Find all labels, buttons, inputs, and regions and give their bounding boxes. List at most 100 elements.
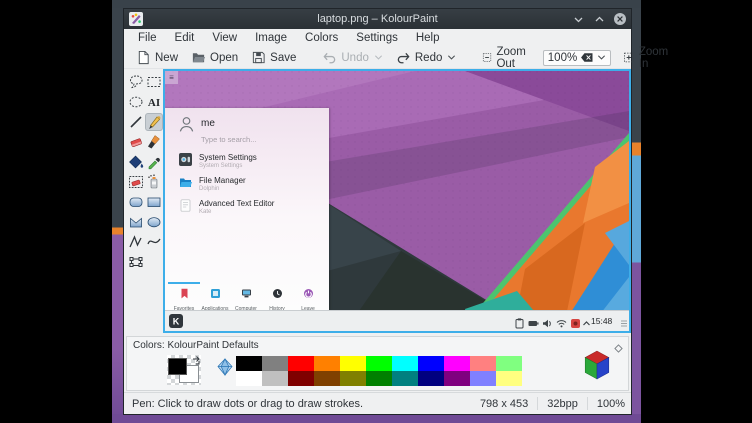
color-cell[interactable] — [340, 371, 366, 386]
redo-button[interactable]: Redo — [391, 48, 462, 67]
clear-text-icon[interactable] — [580, 52, 594, 63]
volume-tray-icon[interactable] — [542, 316, 553, 331]
tool-connected-lines[interactable] — [127, 233, 145, 251]
computer-icon — [241, 288, 252, 299]
tool-zoom[interactable] — [127, 253, 145, 271]
open-button[interactable]: Open — [186, 48, 243, 67]
tab-leave[interactable]: Leave — [291, 286, 325, 312]
menu-image[interactable]: Image — [246, 29, 296, 47]
undo-icon — [322, 50, 337, 65]
color-cell[interactable] — [418, 356, 444, 371]
color-cell[interactable] — [444, 356, 470, 371]
menu-view[interactable]: View — [203, 29, 246, 47]
swap-colors-icon[interactable] — [191, 355, 201, 365]
redo-dropdown-icon — [447, 53, 456, 62]
tool-spraycan[interactable] — [145, 173, 163, 191]
zoom-in-button[interactable]: Zoom In — [618, 44, 676, 72]
tool-color-picker[interactable] — [145, 153, 163, 171]
color-cell[interactable] — [288, 371, 314, 386]
color-cell[interactable] — [418, 371, 444, 386]
tool-text[interactable]: AI — [145, 93, 163, 111]
tool-brush[interactable] — [145, 133, 163, 151]
tab-computer[interactable]: Computer — [229, 286, 263, 312]
tool-selection-freeform[interactable] — [127, 73, 145, 91]
document-image[interactable]: ≡ me Type to search... System Settings S… — [165, 71, 629, 331]
color-cell[interactable] — [262, 371, 288, 386]
palette-title: Colors: KolourPaint Defaults — [133, 340, 259, 351]
tab-favorites[interactable]: Favorites — [167, 286, 201, 312]
clipboard-tray-icon[interactable] — [514, 316, 525, 331]
foreground-color-swatch[interactable] — [168, 358, 187, 375]
color-cell[interactable] — [366, 356, 392, 371]
tool-selection-elliptical[interactable] — [127, 93, 145, 111]
tool-pen[interactable] — [145, 113, 163, 131]
color-cell[interactable] — [340, 356, 366, 371]
kde-launcher-icon[interactable]: K — [169, 314, 183, 331]
minimize-button[interactable] — [571, 12, 585, 26]
launcher-tab-bar: Favorites Applications Computer History — [165, 280, 329, 310]
combo-dropdown-icon[interactable] — [597, 53, 606, 62]
tool-rectangle[interactable] — [145, 193, 163, 211]
redo-icon — [396, 50, 411, 65]
color-cell[interactable] — [392, 371, 418, 386]
menu-settings[interactable]: Settings — [347, 29, 407, 47]
screenshot-tray-icon[interactable] — [570, 316, 581, 331]
desktop-toolbox-button[interactable]: ≡ — [165, 71, 178, 84]
save-icon — [251, 50, 266, 65]
color-cell[interactable] — [496, 371, 522, 386]
menu-entry-file-manager[interactable]: File Manager Dolphin — [165, 175, 329, 198]
color-cell[interactable] — [236, 371, 262, 386]
panel-handle-icon[interactable] — [620, 316, 628, 331]
menu-colors[interactable]: Colors — [296, 29, 347, 47]
zoom-level-combobox[interactable]: 100% — [543, 50, 611, 66]
color-cell[interactable] — [496, 356, 522, 371]
color-similarity-cube-icon[interactable] — [583, 350, 611, 385]
color-cell[interactable] — [288, 356, 314, 371]
color-cell[interactable] — [314, 371, 340, 386]
tool-curve[interactable] — [145, 233, 163, 251]
svg-text:K: K — [173, 317, 180, 327]
color-cell[interactable] — [262, 356, 288, 371]
color-cell[interactable] — [470, 371, 496, 386]
color-cell[interactable] — [366, 371, 392, 386]
maximize-button[interactable] — [592, 12, 606, 26]
menu-entry-system-settings[interactable]: System Settings System Settings — [165, 152, 329, 175]
menu-file[interactable]: File — [129, 29, 166, 47]
color-cell[interactable] — [444, 371, 470, 386]
color-cell[interactable] — [236, 356, 262, 371]
active-tab-indicator — [168, 282, 200, 284]
zoom-out-button[interactable]: Zoom Out — [477, 44, 535, 72]
menu-entry-text-editor[interactable]: Advanced Text Editor Kate — [165, 198, 329, 221]
tool-line[interactable] — [127, 113, 145, 131]
menu-help[interactable]: Help — [407, 29, 449, 47]
tab-history[interactable]: History — [260, 286, 294, 312]
tool-rounded-rectangle[interactable] — [127, 193, 145, 211]
tool-eraser[interactable] — [127, 133, 145, 151]
close-button[interactable] — [613, 12, 627, 26]
dock-float-icon[interactable] — [614, 340, 623, 358]
color-cell[interactable] — [392, 356, 418, 371]
tool-polygon[interactable] — [127, 213, 145, 231]
network-tray-icon[interactable] — [556, 316, 567, 331]
main-toolbar: New Open Save Undo Redo Zoom Out 100% — [124, 47, 631, 69]
save-button[interactable]: Save — [246, 48, 301, 67]
tool-selection-rectangular[interactable] — [145, 73, 163, 91]
foreground-background-swatch[interactable] — [167, 355, 201, 385]
color-cell[interactable] — [314, 356, 340, 371]
new-button[interactable]: New — [131, 48, 183, 67]
tool-ellipse[interactable] — [145, 213, 163, 231]
color-similarity-icon[interactable] — [216, 358, 234, 381]
user-avatar-icon — [177, 115, 196, 138]
document-canvas[interactable]: ≡ me Type to search... System Settings S… — [163, 69, 631, 333]
menu-edit[interactable]: Edit — [166, 29, 204, 47]
tab-applications[interactable]: Applications — [198, 286, 232, 312]
undo-button[interactable]: Undo — [317, 48, 388, 67]
color-cell[interactable] — [470, 356, 496, 371]
tool-color-eraser[interactable] — [127, 173, 145, 191]
battery-tray-icon[interactable] — [528, 316, 539, 331]
titlebar[interactable]: laptop.png – KolourPaint — [124, 9, 631, 29]
tool-flood-fill[interactable] — [127, 153, 145, 171]
tray-expander-icon[interactable] — [582, 316, 591, 331]
search-input[interactable]: Type to search... — [201, 135, 256, 144]
clock[interactable]: 15:48 — [591, 316, 612, 326]
